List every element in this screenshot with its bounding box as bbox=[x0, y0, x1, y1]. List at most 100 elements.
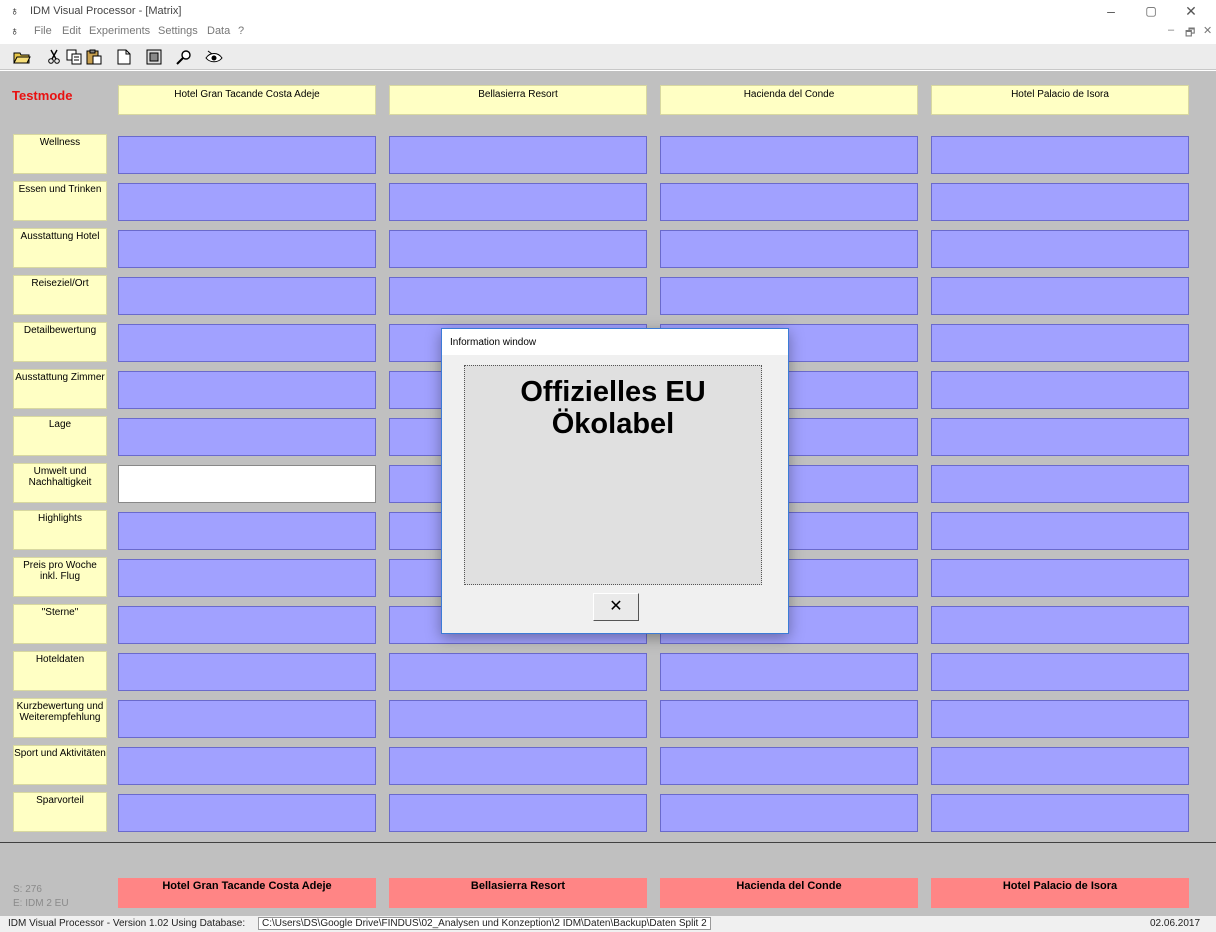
matrix-cell[interactable] bbox=[931, 794, 1189, 832]
status-text: IDM Visual Processor - Version 1.02 Usin… bbox=[8, 918, 246, 929]
matrix-cell[interactable] bbox=[660, 183, 918, 221]
attribute-label: Lage bbox=[13, 416, 107, 456]
hotel-header-1: Hotel Gran Tacande Costa Adeje bbox=[118, 85, 376, 115]
matrix-cell[interactable] bbox=[118, 559, 376, 597]
matrix-cell[interactable] bbox=[118, 277, 376, 315]
matrix-cell[interactable] bbox=[118, 700, 376, 738]
minimize-button[interactable]: – bbox=[1091, 2, 1131, 22]
menu-help[interactable]: ? bbox=[238, 25, 244, 37]
close-window-button[interactable]: ✕ bbox=[1171, 2, 1211, 22]
attribute-label: Umwelt und Nachhaltigkeit bbox=[13, 463, 107, 503]
choose-hotel-button-2[interactable]: Bellasierra Resort bbox=[389, 878, 647, 908]
attribute-label: Wellness bbox=[13, 134, 107, 174]
dialog-title: Information window bbox=[450, 337, 537, 348]
status-date: 02.06.2017 bbox=[1150, 918, 1201, 929]
matrix-cell[interactable] bbox=[931, 324, 1189, 362]
copy-icon[interactable] bbox=[64, 47, 84, 67]
matrix-cell[interactable] bbox=[660, 747, 918, 785]
matrix-cell[interactable] bbox=[931, 559, 1189, 597]
matrix-cell[interactable] bbox=[931, 512, 1189, 550]
menu-settings[interactable]: Settings bbox=[158, 25, 198, 37]
matrix-cell[interactable] bbox=[118, 371, 376, 409]
attribute-label: Preis pro Woche inkl. Flug bbox=[13, 557, 107, 597]
choose-hotel-button-4[interactable]: Hotel Palacio de Isora bbox=[931, 878, 1189, 908]
menu-file[interactable]: File bbox=[34, 25, 52, 37]
attribute-label: Highlights bbox=[13, 510, 107, 550]
matrix-cell[interactable] bbox=[118, 324, 376, 362]
record-icon[interactable] bbox=[144, 47, 164, 67]
attribute-label: Detailbewertung bbox=[13, 322, 107, 362]
open-folder-icon[interactable] bbox=[12, 47, 32, 67]
choose-hotel-button-3[interactable]: Hacienda del Conde bbox=[660, 878, 918, 908]
matrix-cell[interactable] bbox=[931, 653, 1189, 691]
matrix-cell[interactable] bbox=[389, 136, 647, 174]
matrix-cell[interactable] bbox=[931, 700, 1189, 738]
matrix-cell[interactable] bbox=[931, 418, 1189, 456]
matrix-cell[interactable] bbox=[931, 230, 1189, 268]
paste-icon[interactable] bbox=[84, 47, 104, 67]
cut-icon[interactable] bbox=[44, 47, 64, 67]
attribute-label: Hoteldaten bbox=[13, 651, 107, 691]
database-path: C:\Users\DS\Google Drive\FINDUS\02_Analy… bbox=[258, 917, 711, 930]
matrix-cell[interactable] bbox=[118, 183, 376, 221]
child-window-icon[interactable]: ♁ bbox=[10, 24, 19, 38]
dialog-content: Offizielles EU Ökolabel bbox=[464, 365, 762, 585]
matrix-cell[interactable] bbox=[118, 653, 376, 691]
dialog-close-button[interactable]: ✕ bbox=[593, 593, 639, 621]
divider bbox=[0, 842, 1216, 843]
matrix-cell[interactable] bbox=[118, 465, 376, 503]
message-line-2: Ökolabel bbox=[551, 408, 675, 440]
stat-s: S: 276 bbox=[13, 884, 42, 895]
matrix-cell[interactable] bbox=[660, 794, 918, 832]
toolbar bbox=[0, 44, 1216, 70]
matrix-cell[interactable] bbox=[118, 136, 376, 174]
matrix-cell[interactable] bbox=[389, 277, 647, 315]
matrix-cell[interactable] bbox=[118, 230, 376, 268]
matrix-cell[interactable] bbox=[931, 371, 1189, 409]
maximize-button[interactable]: ▢ bbox=[1131, 2, 1171, 22]
matrix-cell[interactable] bbox=[660, 230, 918, 268]
matrix-cell[interactable] bbox=[931, 465, 1189, 503]
attribute-label: Essen und Trinken bbox=[13, 181, 107, 221]
matrix-cell[interactable] bbox=[389, 653, 647, 691]
status-bar: IDM Visual Processor - Version 1.02 Usin… bbox=[0, 916, 1216, 932]
attribute-label: Ausstattung Hotel bbox=[13, 228, 107, 268]
attribute-label: Ausstattung Zimmer bbox=[13, 369, 107, 409]
matrix-cell[interactable] bbox=[931, 183, 1189, 221]
matrix-cell[interactable] bbox=[389, 230, 647, 268]
menu-data[interactable]: Data bbox=[207, 25, 230, 37]
dialog-title-bar[interactable]: Information window bbox=[442, 329, 788, 355]
matrix-cell[interactable] bbox=[660, 136, 918, 174]
eye-icon[interactable] bbox=[204, 47, 224, 67]
mdi-close-button[interactable]: ✕ bbox=[1203, 24, 1212, 37]
matrix-cell[interactable] bbox=[931, 606, 1189, 644]
matrix-cell[interactable] bbox=[660, 653, 918, 691]
testmode-label: Testmode bbox=[12, 88, 73, 103]
matrix-cell[interactable] bbox=[118, 512, 376, 550]
search-icon[interactable] bbox=[174, 47, 194, 67]
matrix-cell[interactable] bbox=[660, 700, 918, 738]
menu-edit[interactable]: Edit bbox=[62, 25, 81, 37]
hotel-header-3: Hacienda del Conde bbox=[660, 85, 918, 115]
matrix-cell[interactable] bbox=[118, 606, 376, 644]
matrix-cell[interactable] bbox=[389, 700, 647, 738]
matrix-cell[interactable] bbox=[931, 136, 1189, 174]
matrix-cell[interactable] bbox=[660, 277, 918, 315]
matrix-cell[interactable] bbox=[931, 277, 1189, 315]
menu-experiments[interactable]: Experiments bbox=[89, 25, 150, 37]
matrix-cell[interactable] bbox=[389, 794, 647, 832]
new-document-icon[interactable] bbox=[114, 47, 134, 67]
matrix-cell[interactable] bbox=[118, 794, 376, 832]
choose-hotel-button-1[interactable]: Hotel Gran Tacande Costa Adeje bbox=[118, 878, 376, 908]
mdi-restore-button[interactable]: 🗗 bbox=[1185, 24, 1195, 43]
matrix-cell[interactable] bbox=[389, 183, 647, 221]
attribute-label: "Sterne" bbox=[13, 604, 107, 644]
app-icon: ♁ bbox=[10, 4, 19, 18]
matrix-cell[interactable] bbox=[118, 747, 376, 785]
hotel-header-4: Hotel Palacio de Isora bbox=[931, 85, 1189, 115]
matrix-cell[interactable] bbox=[389, 747, 647, 785]
matrix-cell[interactable] bbox=[931, 747, 1189, 785]
mdi-minimize-button[interactable]: – bbox=[1168, 24, 1174, 36]
menu-bar: ♁ File Edit Experiments Settings Data ? … bbox=[0, 22, 1216, 42]
matrix-cell[interactable] bbox=[118, 418, 376, 456]
